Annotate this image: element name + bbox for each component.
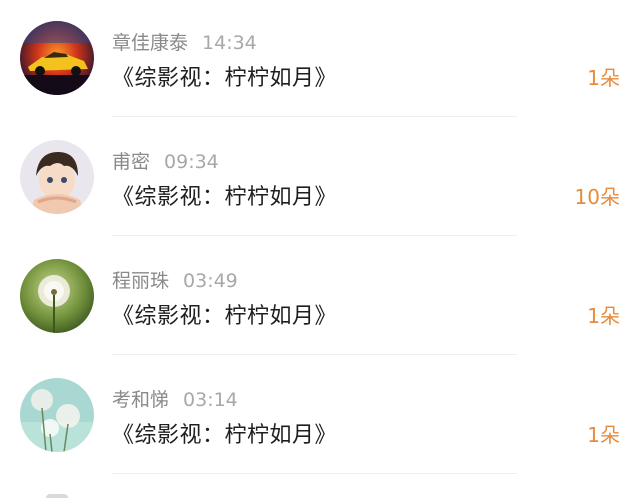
avatar[interactable] — [20, 378, 94, 452]
divider — [112, 235, 517, 236]
timestamp: 03:14 — [183, 389, 238, 411]
list-item[interactable]: 章佳康泰 14:34 《综影视：柠柠如月》 1朵 — [0, 0, 640, 118]
list-item[interactable]: 程丽珠 03:49 《综影视：柠柠如月》 1朵 — [0, 238, 640, 356]
book-title[interactable]: 《综影视：柠柠如月》 — [112, 179, 337, 211]
avatar[interactable] — [20, 140, 94, 214]
timestamp: 09:34 — [164, 151, 219, 173]
divider — [112, 116, 517, 117]
dandelion-avatar-icon — [20, 259, 94, 333]
flower-count: 1朵 — [587, 304, 620, 328]
flower-count: 1朵 — [587, 423, 620, 447]
anime-boy-avatar-icon — [20, 140, 94, 214]
list-item[interactable]: 考和悌 03:14 《综影视：柠柠如月》 1朵 — [0, 357, 640, 475]
timestamp: 14:34 — [202, 32, 257, 54]
dandelion-seeds-avatar-icon — [20, 378, 94, 452]
user-name: 甫密 — [112, 151, 151, 173]
car-avatar-icon — [20, 21, 94, 95]
flower-count: 10朵 — [574, 185, 620, 209]
user-name: 章佳康泰 — [112, 32, 189, 54]
list-item[interactable]: 甫密 09:34 《综影视：柠柠如月》 10朵 — [0, 119, 640, 237]
item-meta: 章佳康泰 14:34 — [112, 28, 257, 54]
divider — [112, 354, 517, 355]
flower-count: 1朵 — [587, 66, 620, 90]
divider — [112, 473, 517, 474]
user-name: 考和悌 — [112, 389, 170, 411]
item-meta: 程丽珠 03:49 — [112, 266, 238, 292]
avatar[interactable] — [20, 21, 94, 95]
book-title[interactable]: 《综影视：柠柠如月》 — [112, 60, 337, 92]
avatar[interactable] — [46, 494, 68, 498]
avatar[interactable] — [20, 259, 94, 333]
item-meta: 考和悌 03:14 — [112, 385, 238, 411]
book-title[interactable]: 《综影视：柠柠如月》 — [112, 298, 337, 330]
item-meta: 甫密 09:34 — [112, 147, 219, 173]
user-name: 程丽珠 — [112, 270, 170, 292]
timestamp: 03:49 — [183, 270, 238, 292]
book-title[interactable]: 《综影视：柠柠如月》 — [112, 417, 337, 449]
